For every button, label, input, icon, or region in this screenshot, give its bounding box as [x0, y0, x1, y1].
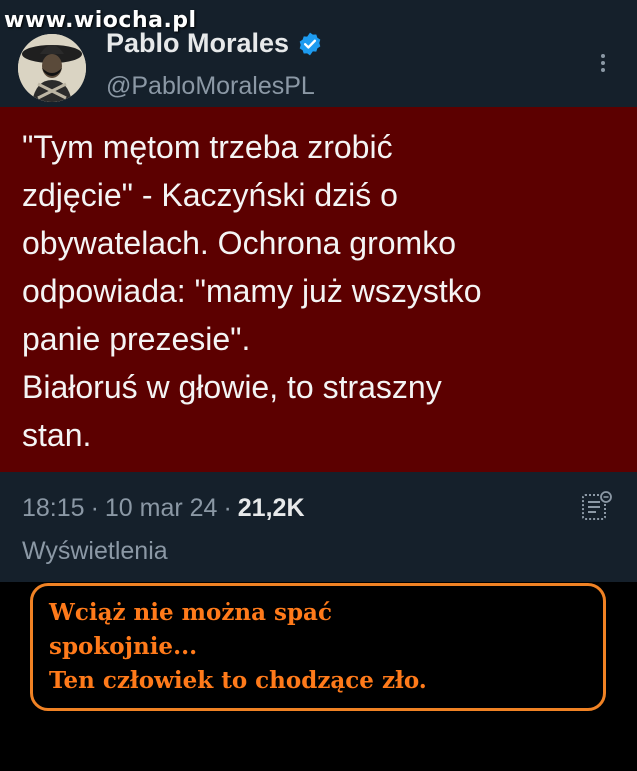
caption-box: Wciąż nie można spać spokojnie... Ten cz…	[30, 583, 606, 711]
tweet-card: Pablo Morales @PabloMoralesPL "Tym mętom…	[0, 0, 637, 582]
tweet-meta: 18:15 · 10 mar 24 · 21,2K	[22, 494, 305, 523]
caption-text: Wciąż nie można spać spokojnie... Ten cz…	[49, 599, 427, 694]
verified-badge-icon	[299, 32, 321, 55]
analytics-icon[interactable]	[580, 490, 614, 524]
tweet-body-highlight: "Tym mętom trzeba zrobić zdjęcie" - Kacz…	[0, 107, 637, 472]
meta-separator: ·	[223, 494, 232, 522]
tweet-time[interactable]: 18:15	[22, 494, 85, 523]
more-options-icon[interactable]	[592, 48, 614, 78]
views-label: Wyświetlenia	[22, 537, 168, 565]
avatar-portrait-icon	[18, 34, 86, 102]
avatar[interactable]	[18, 34, 86, 102]
site-watermark: www.wiocha.pl	[4, 8, 197, 33]
meta-separator: ·	[90, 494, 99, 522]
tweet-text: "Tym mętom trzeba zrobić zdjęcie" - Kacz…	[22, 129, 482, 453]
tweet-date[interactable]: 10 mar 24	[105, 494, 218, 523]
user-handle[interactable]: @PabloMoralesPL	[106, 72, 315, 101]
views-count: 21,2K	[237, 494, 305, 522]
